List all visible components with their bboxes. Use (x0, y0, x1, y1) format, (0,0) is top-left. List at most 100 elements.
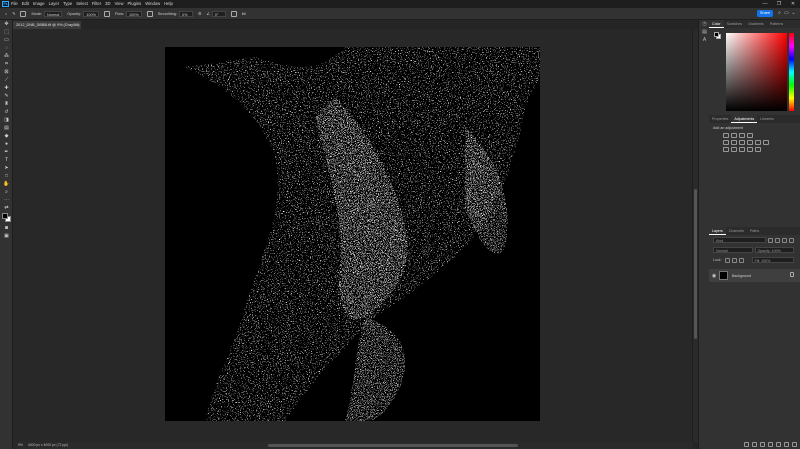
exposure-icon[interactable] (747, 133, 753, 138)
smoothing-input[interactable]: 0% (178, 10, 193, 17)
color-swatches[interactable] (0, 212, 13, 224)
hand-tool-icon[interactable]: ✋ (0, 180, 13, 188)
blur-tool-icon[interactable]: ◆ (0, 132, 13, 140)
menu-select[interactable]: Select (76, 0, 88, 8)
brush-preset-icon[interactable]: ✎ (12, 11, 15, 16)
search-icon[interactable]: ⌕ (776, 10, 783, 17)
tab-paths[interactable]: Paths (747, 227, 762, 235)
default-colors-icon[interactable]: ⇄ (0, 204, 13, 212)
tab-libraries[interactable]: Libraries (757, 115, 777, 123)
airbrush-icon[interactable] (146, 10, 153, 17)
marquee-tool-icon[interactable]: ▭ (0, 36, 13, 44)
menu-edit[interactable]: Edit (22, 0, 29, 8)
lock-pixels-icon[interactable] (724, 257, 730, 263)
tab-swatches[interactable]: Swatches (724, 20, 746, 28)
workspace-menu-icon[interactable]: ⌄ (790, 10, 797, 17)
filter-shape-icon[interactable] (789, 237, 794, 243)
tab-color[interactable]: Color (709, 20, 724, 28)
channel-mixer-icon[interactable] (763, 140, 769, 145)
tab-patterns[interactable]: Patterns (767, 20, 786, 28)
tab-gradients[interactable]: Gradients (745, 20, 767, 28)
eraser-tool-icon[interactable]: ◨ (0, 116, 13, 124)
adjustment-layer-icon[interactable] (768, 441, 773, 447)
tab-layers[interactable]: Layers (709, 227, 726, 235)
close-window-button[interactable]: ✕ (786, 0, 800, 8)
move-tool-icon[interactable]: ✥ (0, 20, 13, 28)
workspace-icon[interactable]: ▭ (783, 10, 790, 17)
posterize-icon[interactable] (731, 147, 737, 152)
vibrance-icon[interactable] (723, 140, 729, 145)
hue-slider[interactable] (789, 33, 794, 111)
menu-filter[interactable]: Filter (92, 0, 101, 8)
rectangle-tool-icon[interactable]: □ (0, 172, 13, 180)
menu-3d[interactable]: 3D (105, 0, 110, 8)
menu-window[interactable]: Window (145, 0, 160, 8)
new-layer-icon[interactable] (784, 441, 789, 447)
brush-settings-icon[interactable] (20, 10, 27, 17)
hue-saturation-icon[interactable] (731, 140, 737, 145)
threshold-icon[interactable] (739, 147, 745, 152)
selective-color-icon[interactable] (755, 147, 761, 152)
menu-view[interactable]: View (115, 0, 124, 8)
invert-icon[interactable] (723, 147, 729, 152)
color-panel-foreground[interactable] (714, 32, 719, 37)
layer-opacity-input[interactable]: Opacity: 100% (754, 247, 794, 253)
delete-layer-icon[interactable] (792, 441, 797, 447)
filter-pixel-icon[interactable] (768, 237, 773, 243)
horizontal-scroll-thumb[interactable] (268, 444, 518, 447)
link-layers-icon[interactable] (744, 441, 749, 447)
layer-kind-filter[interactable]: Kind (713, 237, 766, 243)
healing-brush-tool-icon[interactable]: ✚ (0, 84, 13, 92)
artboard-tool-icon[interactable]: ⬚ (0, 28, 13, 36)
minimize-button[interactable]: — (758, 0, 772, 8)
menu-type[interactable]: Type (63, 0, 72, 8)
stamp-tool-icon[interactable]: ♜ (0, 100, 13, 108)
close-tab-icon[interactable]: × (77, 21, 79, 29)
mode-select[interactable]: Normal (44, 10, 63, 17)
pressure-opacity-icon[interactable] (103, 10, 110, 17)
eyedropper-tool-icon[interactable]: ⟋ (0, 76, 13, 84)
filter-adjust-icon[interactable] (775, 237, 780, 243)
pen-tool-icon[interactable]: ✒ (0, 148, 13, 156)
document-image[interactable] (165, 47, 540, 421)
color-picker-field[interactable] (726, 33, 787, 111)
menu-help[interactable]: Help (164, 0, 173, 8)
gradient-tool-icon[interactable]: ▤ (0, 124, 13, 132)
home-icon[interactable]: ⌂ (5, 12, 7, 16)
levels-icon[interactable] (731, 133, 737, 138)
smoothing-settings-icon[interactable]: ⚙ (198, 11, 201, 16)
lock-position-icon[interactable] (731, 257, 737, 263)
curves-icon[interactable] (739, 133, 745, 138)
zoom-tool-icon[interactable]: ⌕ (0, 188, 13, 196)
screen-mode-icon[interactable]: ▣ (0, 232, 13, 240)
add-mask-icon[interactable] (760, 441, 765, 447)
layer-style-icon[interactable] (752, 441, 757, 447)
zoom-level[interactable]: 9% (18, 442, 23, 449)
layer-row[interactable]: ◉ Background (709, 269, 800, 282)
brush-tool-icon[interactable]: ✎ (0, 92, 13, 100)
dodge-tool-icon[interactable]: ● (0, 140, 13, 148)
angle-input[interactable]: 0° (211, 10, 226, 17)
tab-channels[interactable]: Channels (726, 227, 747, 235)
more-tools-icon[interactable]: ⋯ (0, 196, 13, 204)
maximize-button[interactable]: ❐ (772, 0, 786, 8)
menu-file[interactable]: File (11, 0, 18, 8)
visibility-eye-icon[interactable]: ◉ (709, 273, 719, 279)
vertical-scroll-thumb[interactable] (694, 189, 697, 339)
opacity-input[interactable]: 100% (83, 10, 99, 17)
blend-mode-select[interactable]: Normal (713, 247, 753, 253)
tab-properties[interactable]: Properties (709, 115, 731, 123)
foreground-color-swatch[interactable] (2, 213, 8, 219)
black-white-icon[interactable] (747, 140, 753, 145)
menu-image[interactable]: Image (33, 0, 45, 8)
new-group-icon[interactable] (776, 441, 781, 447)
quick-select-tool-icon[interactable]: ⁂ (0, 52, 13, 60)
frame-tool-icon[interactable]: ⊠ (0, 68, 13, 76)
lasso-tool-icon[interactable]: ◌ (0, 44, 13, 52)
tab-adjustments[interactable]: Adjustments (731, 115, 758, 123)
share-button[interactable]: Share (757, 10, 773, 17)
lock-all-icon[interactable] (738, 257, 744, 263)
history-brush-tool-icon[interactable]: ↺ (0, 108, 13, 116)
menu-plugins[interactable]: Plugins (128, 0, 142, 8)
color-balance-icon[interactable] (739, 140, 745, 145)
